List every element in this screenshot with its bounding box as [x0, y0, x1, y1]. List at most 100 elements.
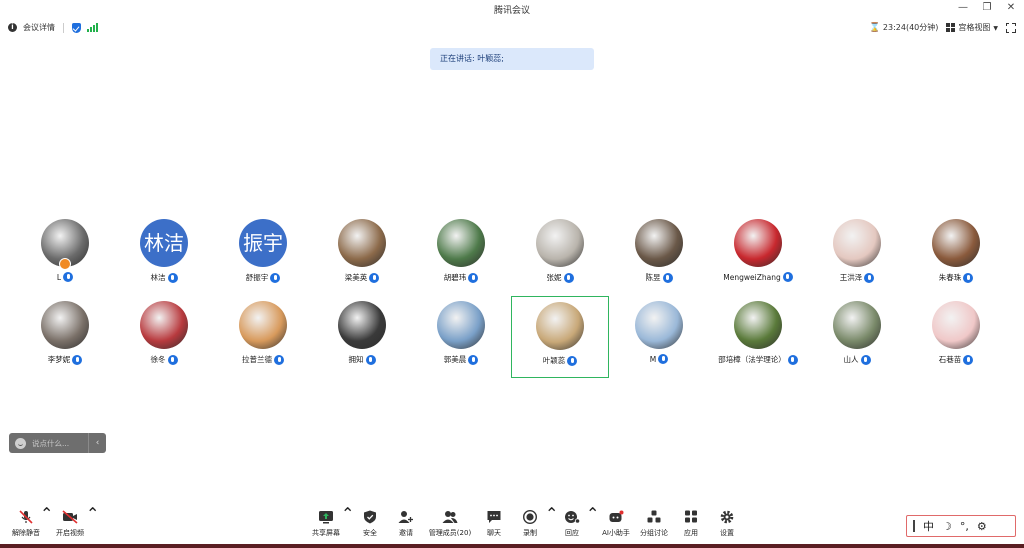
participant-name: 王洪泽 — [839, 273, 863, 282]
participant-avatar[interactable] — [536, 219, 584, 267]
apps-grid-icon — [685, 510, 697, 523]
participant-avatar[interactable] — [140, 301, 188, 349]
window-title: 腾讯会议 — [493, 6, 530, 16]
participant-tile[interactable]: M — [610, 296, 708, 378]
mic-status-icon — [963, 354, 974, 365]
participant-name: 陈昱 — [645, 273, 661, 282]
participant-tile[interactable]: 林洁 林洁 — [115, 214, 213, 296]
bottom-toolbar: 解除静音 ⌃ 开启视频 ⌃ 共享屏幕 ⌃ 安全 邀请 管理成员(20) 聊天 录… — [0, 504, 1024, 544]
punctuation-icon[interactable]: °, — [960, 520, 969, 533]
hourglass-icon: ⌛ — [869, 23, 881, 33]
collapse-chevron-icon[interactable]: ‹ — [88, 433, 106, 453]
participant-avatar[interactable]: 林洁 — [140, 219, 188, 267]
participant-avatar[interactable] — [239, 301, 287, 349]
taskbar-strip — [0, 544, 1024, 548]
moon-icon[interactable]: ☽ — [942, 520, 952, 533]
network-signal-icon[interactable] — [87, 23, 98, 32]
participant-tile[interactable]: 振宇 舒振宇 — [214, 214, 312, 296]
participant-tile[interactable]: 山人 — [808, 296, 906, 378]
participant-avatar[interactable] — [635, 301, 683, 349]
divider — [63, 22, 64, 33]
participant-name-row: L — [16, 272, 114, 282]
participant-name-row: 胡碧玮 — [412, 272, 510, 283]
participant-avatar[interactable] — [932, 301, 980, 349]
participant-avatar[interactable] — [437, 301, 485, 349]
participant-avatar[interactable] — [338, 219, 386, 267]
security-shield-icon[interactable] — [72, 22, 81, 33]
mic-status-icon — [864, 272, 875, 283]
participant-name-row: MengweiZhang — [709, 272, 807, 282]
chat-quick-input[interactable]: 说点什么... ‹ — [9, 433, 106, 453]
ime-handle[interactable] — [913, 520, 915, 532]
muted-mic-icon — [19, 510, 33, 524]
gear-icon — [720, 510, 734, 524]
meeting-timer[interactable]: ⌛ 23:24(40分钟) — [869, 22, 938, 33]
participant-tile[interactable]: 张妮 — [511, 214, 609, 296]
participant-avatar[interactable] — [437, 219, 485, 267]
participant-avatar[interactable] — [833, 301, 881, 349]
participant-tile[interactable]: 拉普兰德 — [214, 296, 312, 378]
participant-tile[interactable]: MengweiZhang — [709, 214, 807, 296]
participant-tile[interactable]: 叶颖蕊 — [511, 296, 609, 378]
participant-name-row: 舒振宇 — [214, 272, 312, 283]
participant-name: 拥知 — [348, 355, 364, 364]
minimize-icon[interactable]: — — [958, 2, 968, 14]
participant-name: 拉普兰德 — [242, 355, 272, 364]
ime-mode[interactable]: 中 — [923, 518, 934, 534]
mic-status-icon — [63, 272, 74, 282]
close-icon[interactable]: ✕ — [1006, 2, 1016, 14]
mic-status-icon — [563, 272, 574, 283]
mic-status-icon — [365, 354, 376, 365]
record-icon — [523, 510, 537, 524]
title-bar: 腾讯会议 — ❐ ✕ — [0, 0, 1024, 18]
add-user-icon — [398, 511, 413, 523]
participant-tile[interactable]: 朱春珠 — [907, 214, 1005, 296]
participant-tile[interactable]: 石巷苗 — [907, 296, 1005, 378]
participant-tile[interactable]: 邵培樟（法学理论） — [709, 296, 807, 378]
ime-gear-icon[interactable]: ⚙ — [977, 520, 987, 533]
info-icon[interactable]: i — [8, 23, 17, 32]
window-controls: — ❐ ✕ — [958, 2, 1016, 14]
participant-avatar[interactable] — [536, 302, 584, 350]
participant-tile[interactable]: 李梦妮 — [16, 296, 114, 378]
participant-name-row: 郭美晨 — [412, 354, 510, 365]
participant-avatar[interactable]: 振宇 — [239, 219, 287, 267]
participant-name: L — [56, 272, 62, 282]
video-options-chevron-icon[interactable]: ⌃ — [86, 504, 99, 540]
meeting-controls-right: ⌛ 23:24(40分钟) 宫格视图 ▼ — [869, 21, 1016, 33]
participant-tile[interactable]: 陈昱 — [610, 214, 708, 296]
participant-tile[interactable]: 郭美晨 — [412, 296, 510, 378]
participant-name-row: 张妮 — [511, 272, 609, 283]
shield-icon — [364, 510, 376, 524]
mic-status-icon — [567, 355, 578, 366]
participant-name: 李梦妮 — [47, 355, 71, 364]
chat-placeholder[interactable]: 说点什么... — [32, 438, 88, 449]
view-switcher[interactable]: 宫格视图 ▼ — [946, 22, 998, 33]
fullscreen-icon[interactable] — [1005, 21, 1016, 33]
participant-tile[interactable]: 胡碧玮 — [412, 214, 510, 296]
restore-icon[interactable]: ❐ — [982, 2, 992, 14]
participant-tile[interactable]: 徐冬 — [115, 296, 213, 378]
participant-avatar[interactable] — [338, 301, 386, 349]
participant-avatar[interactable] — [635, 219, 683, 267]
participant-name-row: M — [610, 354, 708, 364]
ime-toolbar[interactable]: 中 ☽ °, ⚙ — [906, 515, 1016, 537]
mic-status-icon — [468, 272, 479, 283]
members-icon — [442, 511, 458, 523]
participant-tile[interactable]: 拥知 — [313, 296, 411, 378]
meeting-details-link[interactable]: 会议详情 — [23, 22, 55, 33]
participant-avatar[interactable] — [734, 301, 782, 349]
participant-avatar[interactable] — [833, 219, 881, 267]
settings-button[interactable]: 设置 — [707, 504, 747, 540]
meeting-info-group: i 会议详情 — [8, 22, 98, 33]
participant-tile[interactable]: 梁美英 — [313, 214, 411, 296]
participant-name: 山人 — [843, 355, 859, 364]
start-video-button[interactable]: 开启视频 — [50, 504, 90, 540]
participant-avatar[interactable] — [41, 301, 89, 349]
participant-tile[interactable]: 王洪泽 — [808, 214, 906, 296]
participant-avatar[interactable] — [734, 219, 782, 267]
participant-tile[interactable]: L — [16, 214, 114, 296]
emoji-icon[interactable] — [15, 437, 26, 449]
mic-status-icon — [72, 354, 83, 365]
participant-avatar[interactable] — [932, 219, 980, 267]
